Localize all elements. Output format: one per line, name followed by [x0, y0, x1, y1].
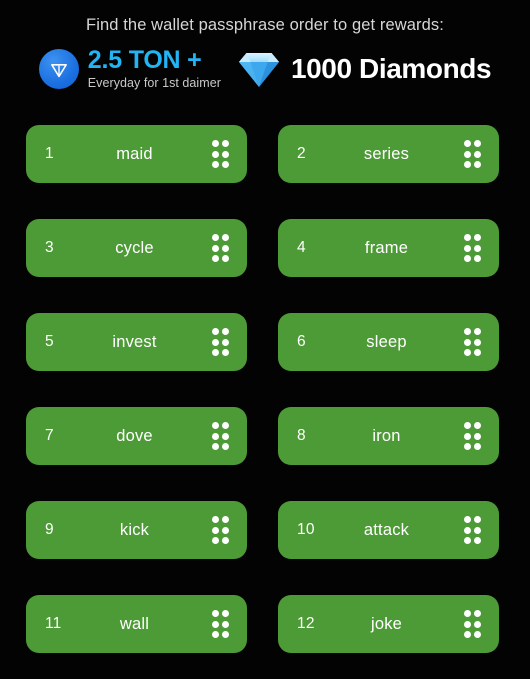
word-card-index: 2 — [297, 145, 306, 162]
word-card[interactable]: 10 attack — [278, 501, 499, 559]
word-card-index: 4 — [297, 239, 306, 256]
header: Find the wallet passphrase order to get … — [0, 0, 530, 97]
ton-subtitle: Everyday for 1st daimer — [87, 76, 221, 91]
passphrase-order-screen: Find the wallet passphrase order to get … — [0, 0, 530, 679]
word-card-index: 1 — [45, 145, 54, 162]
word-card-index: 3 — [45, 239, 54, 256]
drag-handle-icon[interactable] — [463, 422, 481, 450]
ton-logo-icon — [38, 49, 79, 89]
drag-handle-icon[interactable] — [463, 328, 481, 356]
drag-handle-icon[interactable] — [211, 140, 229, 168]
rewards-banner: 2.5 TON + Everyday for 1st daimer 1000 D… — [0, 41, 530, 97]
word-card[interactable]: 1 maid — [26, 125, 247, 183]
diamond-amount: 1000 Diamonds — [290, 53, 492, 84]
word-card-index: 6 — [297, 333, 306, 350]
word-card[interactable]: 8 iron — [278, 407, 499, 465]
ton-amount: 2.5 TON + — [87, 46, 202, 75]
word-card[interactable]: 7 dove — [26, 407, 247, 465]
word-card[interactable]: 12 joke — [278, 595, 499, 653]
ton-reward: 2.5 TON + Everyday for 1st daimer — [38, 46, 221, 91]
diamond-gem-icon — [238, 53, 279, 87]
word-card-index: 7 — [45, 427, 54, 444]
drag-handle-icon[interactable] — [211, 516, 229, 544]
word-card[interactable]: 5 invest — [26, 313, 247, 371]
drag-handle-icon[interactable] — [211, 234, 229, 262]
diamond-reward: 1000 Diamonds — [237, 49, 492, 89]
word-card-index: 9 — [45, 521, 54, 538]
word-card[interactable]: 9 kick — [26, 501, 247, 559]
drag-handle-icon[interactable] — [211, 610, 229, 638]
word-card[interactable]: 6 sleep — [278, 313, 499, 371]
drag-handle-icon[interactable] — [463, 140, 481, 168]
word-card-index: 11 — [45, 615, 62, 632]
word-card[interactable]: 3 cycle — [26, 219, 247, 277]
drag-handle-icon[interactable] — [211, 328, 229, 356]
word-card[interactable]: 2 series — [278, 125, 499, 183]
drag-handle-icon[interactable] — [463, 516, 481, 544]
page-title: Find the wallet passphrase order to get … — [86, 16, 444, 34]
drag-handle-icon[interactable] — [211, 422, 229, 450]
word-card-index: 8 — [297, 427, 306, 444]
word-card-index: 5 — [45, 333, 54, 350]
drag-handle-icon[interactable] — [463, 234, 481, 262]
word-card-index: 10 — [297, 521, 315, 538]
word-card[interactable]: 11 wall — [26, 595, 247, 653]
word-card[interactable]: 4 frame — [278, 219, 499, 277]
word-card-index: 12 — [297, 615, 315, 632]
drag-handle-icon[interactable] — [463, 610, 481, 638]
passphrase-word-grid: 1 maid 2 series 3 cycle 4 frame 5 invest… — [26, 125, 499, 653]
